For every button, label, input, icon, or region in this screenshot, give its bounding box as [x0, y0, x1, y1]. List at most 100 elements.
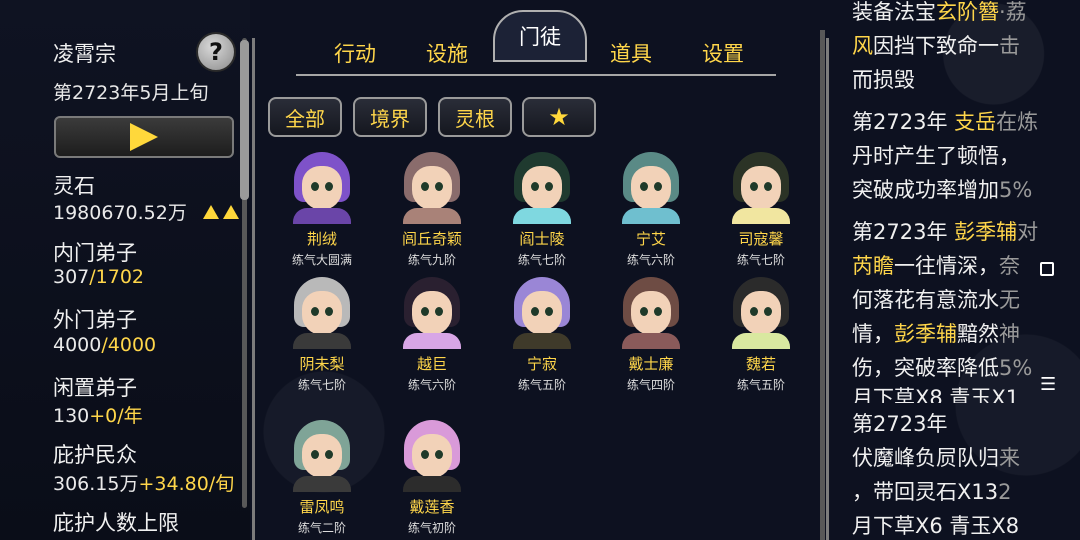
log-text: 在炼 — [996, 110, 1039, 134]
disciple-face — [412, 166, 452, 210]
disciple-card[interactable]: 司寇馨 练气七阶 — [706, 152, 816, 268]
disciple-face — [522, 166, 562, 210]
tab-actions[interactable]: 行动 — [310, 38, 400, 68]
disciple-face — [741, 166, 781, 210]
log-person-name: 支岳 — [954, 110, 997, 134]
log-line: 伤，突破率降低5% — [852, 351, 1062, 385]
disciple-eye — [654, 182, 662, 191]
disciple-card[interactable]: 闾丘奇颖 练气九阶 — [377, 152, 487, 268]
disciple-eye — [531, 182, 539, 191]
log-line: 丹时产生了顿悟， — [852, 144, 1020, 168]
disciple-eye — [531, 307, 539, 316]
disciple-card[interactable]: 雷凤鸣 练气二阶 — [267, 420, 377, 536]
outer-disciples-label: 外门弟子 — [53, 308, 137, 332]
disciple-robe — [403, 208, 461, 224]
disciple-robe — [622, 208, 680, 224]
filter-root-button[interactable]: 灵根 — [438, 97, 512, 137]
log-text: 何落花有意流水 — [852, 288, 999, 312]
disciple-rank: 练气初阶 — [407, 521, 456, 535]
disciple-name: 荆绒 — [306, 230, 337, 248]
protected-people-value: 306.15万+34.80/旬 — [53, 469, 234, 496]
log-text: ·荔 — [999, 0, 1027, 24]
disciple-face — [741, 291, 781, 335]
disciple-name: 魏若 — [745, 355, 776, 373]
disciple-rank: 练气五阶 — [517, 378, 566, 392]
disciple-robe — [622, 333, 680, 349]
disciple-eye — [764, 182, 772, 191]
disciple-card[interactable]: 越巨 练气六阶 — [377, 277, 487, 393]
disciple-face — [631, 166, 671, 210]
disciple-name: 司寇馨 — [738, 230, 784, 248]
tab-settings[interactable]: 设置 — [678, 38, 768, 68]
disciple-face — [302, 291, 342, 335]
disciple-face — [412, 291, 452, 335]
outer-disciples-value: 4000/4000 — [53, 334, 156, 356]
protected-people-label: 庇护民众 — [53, 443, 137, 467]
disciple-card[interactable]: 阴未梨 练气七阶 — [267, 277, 377, 393]
disciple-card[interactable]: 荆绒 练气大圆满 — [267, 152, 377, 268]
disciple-face — [302, 434, 342, 478]
disciple-eye — [545, 307, 553, 316]
help-button[interactable]: ? — [196, 32, 236, 72]
log-line: 风因挡下致命一击 — [852, 29, 1062, 63]
menu-icon[interactable]: ☰ — [1040, 374, 1056, 395]
log-text: 击 — [999, 34, 1020, 58]
disciple-face — [631, 291, 671, 335]
event-log: 装备法宝玄阶簪·荔 风因挡下致命一击 而损毁 第2723年 支岳在炼 丹时产生了… — [852, 0, 1062, 540]
disciple-rank: 练气七阶 — [736, 253, 785, 267]
disciple-eye — [421, 307, 429, 316]
tab-items[interactable]: 道具 — [586, 38, 676, 68]
disciple-eye — [435, 182, 443, 191]
disciple-robe — [732, 333, 790, 349]
idle-rate: +0/年 — [89, 405, 143, 427]
disciple-portrait — [728, 277, 794, 349]
advance-time-button[interactable] — [54, 116, 234, 158]
filter-realm-button[interactable]: 境界 — [353, 97, 427, 137]
disciple-face — [412, 434, 452, 478]
star-icon: ★ — [548, 103, 570, 131]
disciple-name: 越巨 — [416, 355, 447, 373]
inner-current: 307 — [53, 266, 90, 288]
spirit-stone-amount: 1980670.52万 — [53, 202, 187, 224]
disciple-eye — [435, 307, 443, 316]
disciple-portrait — [618, 152, 684, 224]
disciple-portrait — [618, 277, 684, 349]
disciple-name: 阴未梨 — [299, 355, 345, 373]
disciple-eye — [764, 307, 772, 316]
disciple-eye — [750, 182, 758, 191]
disciple-face — [302, 166, 342, 210]
log-line: 而损毁 — [852, 68, 915, 92]
disciple-card[interactable]: 宁寂 练气五阶 — [487, 277, 597, 393]
log-text: 奈 — [999, 254, 1020, 278]
left-scrollbar-thumb[interactable] — [240, 40, 249, 200]
disciple-eye — [654, 307, 662, 316]
disciple-robe — [293, 208, 351, 224]
disciple-card[interactable]: 阎士陵 练气七阶 — [487, 152, 597, 268]
disciple-card[interactable]: 戴士廉 练气四阶 — [596, 277, 706, 393]
overlay-square-button[interactable] — [1040, 262, 1054, 276]
disciple-eye — [750, 307, 758, 316]
protection-limit-label: 庇护人数上限 — [53, 511, 179, 535]
filter-favorite-button[interactable]: ★ — [522, 97, 596, 137]
disciple-eye — [435, 450, 443, 459]
up-arrow-icon — [222, 205, 239, 219]
disciple-card[interactable]: 魏若 练气五阶 — [706, 277, 816, 393]
spirit-stone-label: 灵石 — [53, 174, 95, 198]
disciple-rank: 练气四阶 — [626, 378, 675, 392]
tab-disciples[interactable]: 门徒 — [493, 10, 587, 62]
filter-all-button[interactable]: 全部 — [268, 97, 342, 137]
disciple-card[interactable]: 戴莲香 练气初阶 — [377, 420, 487, 536]
disciple-name: 宁寂 — [526, 355, 557, 373]
log-text: 因挡下致命一 — [873, 34, 999, 58]
disciple-card[interactable]: 宁艾 练气六阶 — [596, 152, 706, 268]
disciple-rank: 练气大圆满 — [291, 253, 352, 267]
log-text: ，带回灵石X13 — [852, 480, 999, 504]
tab-facilities[interactable]: 设施 — [402, 38, 492, 68]
log-text: 来 — [999, 446, 1020, 470]
log-line: 第2723年 彭季辅对 — [852, 215, 1062, 249]
log-line: 情，彭季辅黯然神 — [852, 317, 1062, 351]
people-rate: +34.80/旬 — [138, 473, 235, 495]
right-scrollbar-track[interactable] — [820, 30, 825, 540]
log-text: 对 — [1017, 220, 1039, 244]
log-line: 何落花有意流水无 — [852, 283, 1062, 317]
